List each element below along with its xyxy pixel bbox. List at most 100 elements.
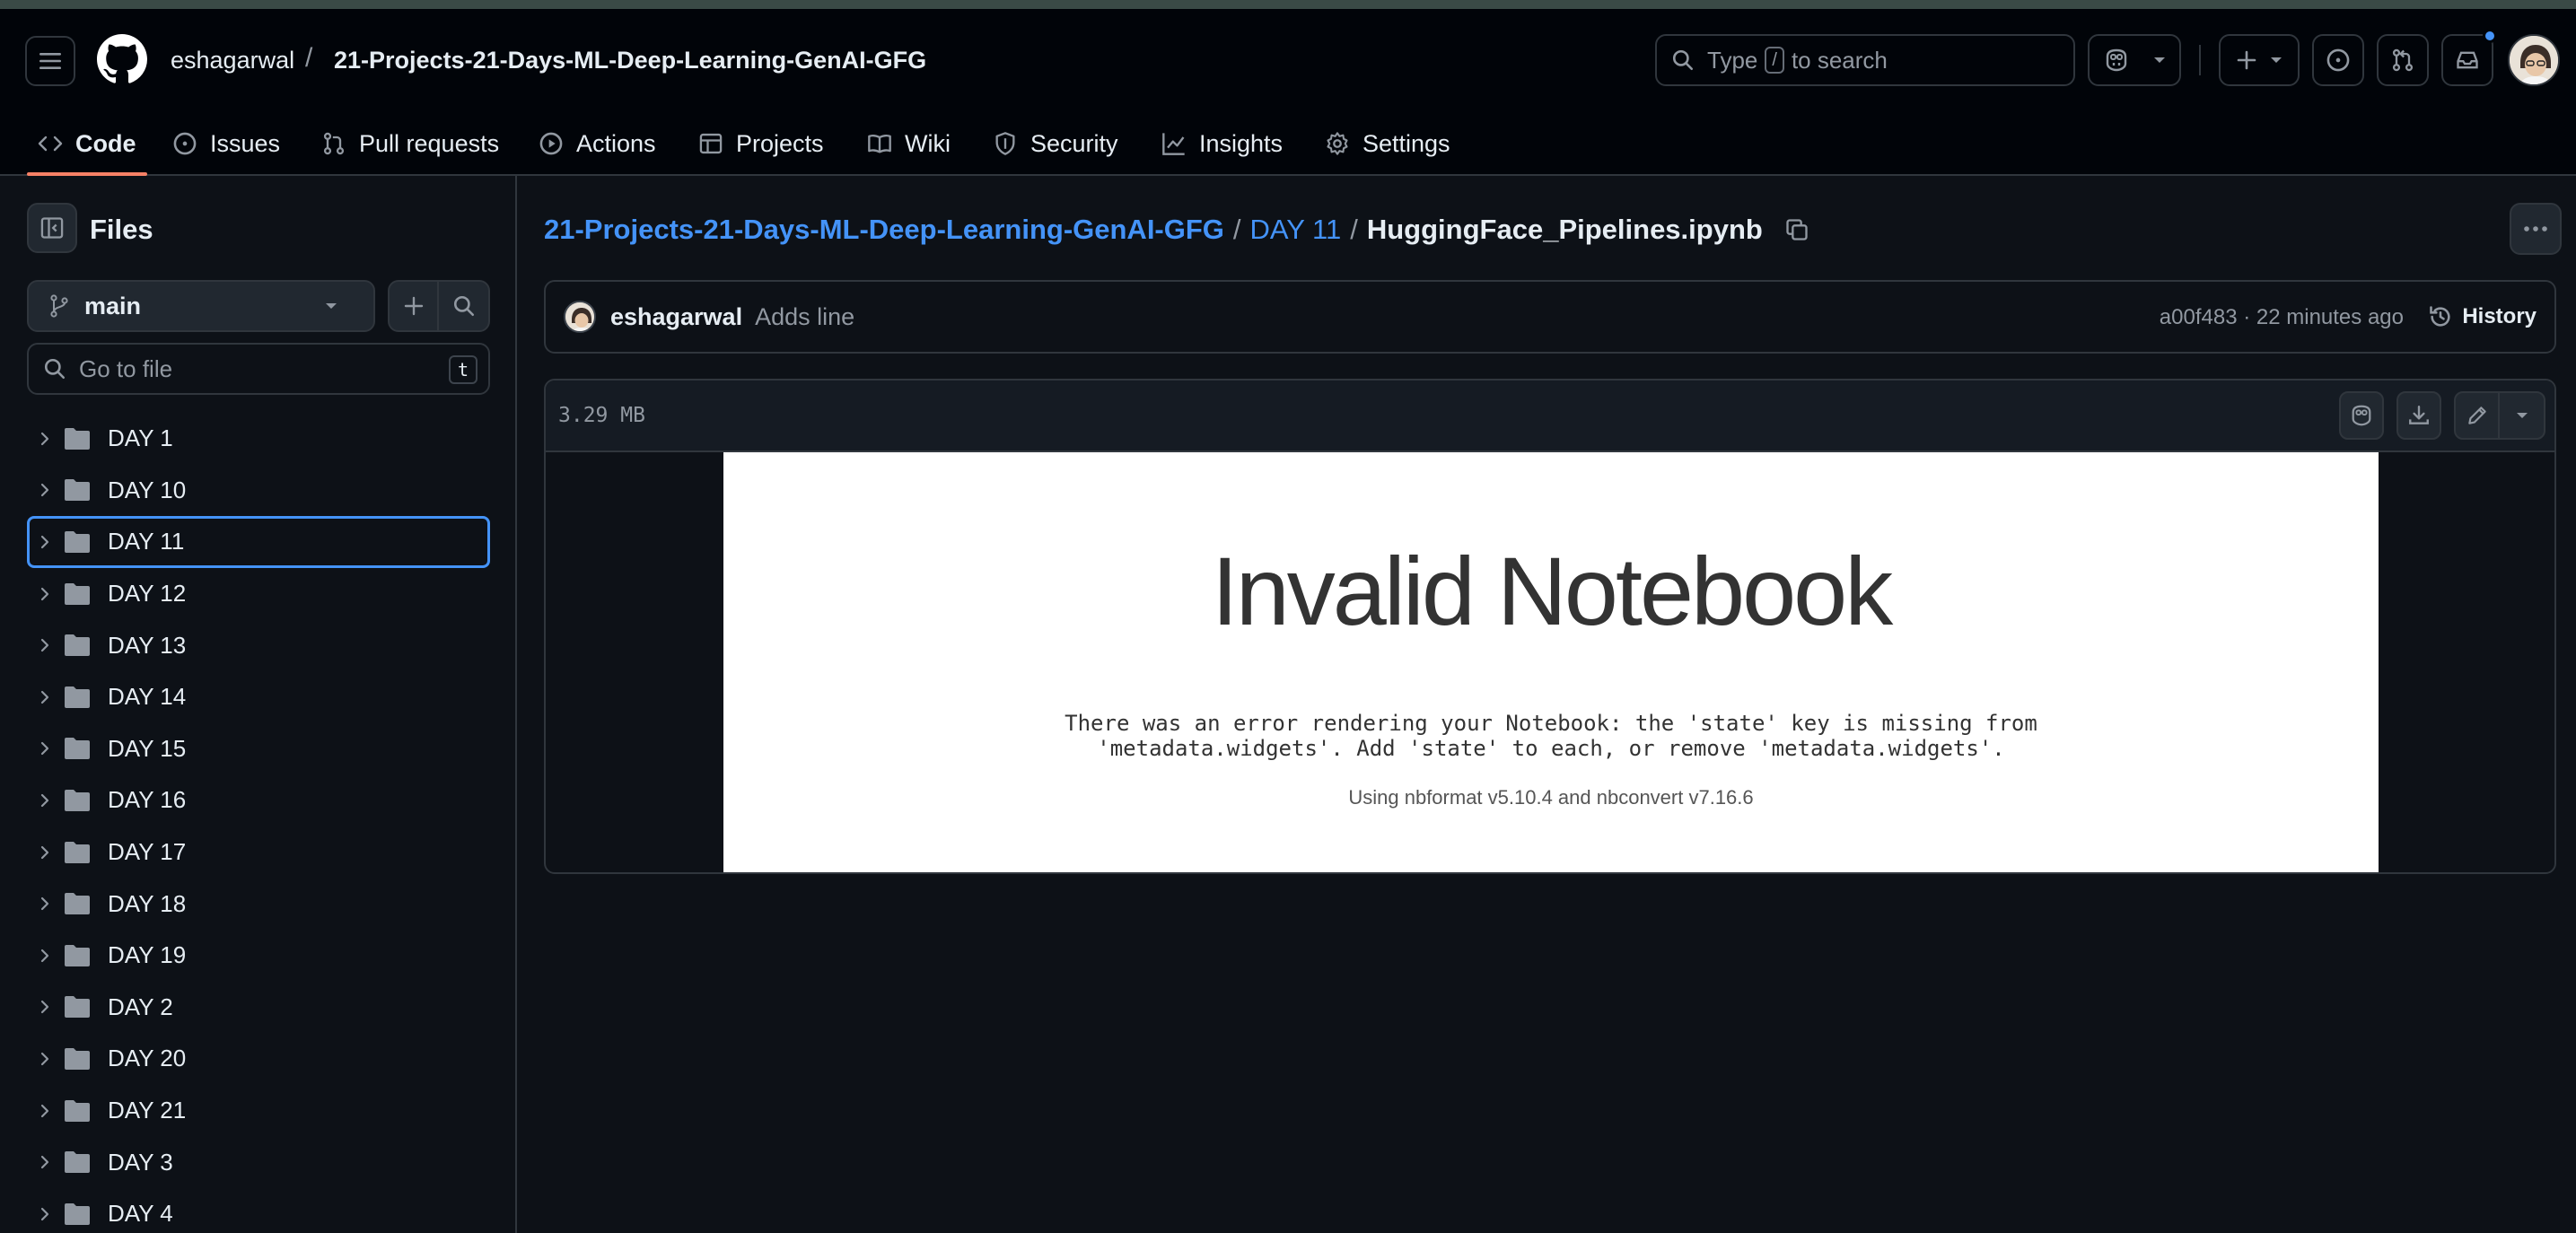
notification-dot <box>2483 29 2497 43</box>
breadcrumb-owner[interactable]: eshagarwal <box>171 47 294 74</box>
search-files-button[interactable] <box>439 282 488 330</box>
pull-request-icon <box>2392 48 2414 72</box>
commit-author[interactable]: eshagarwal <box>610 303 742 331</box>
tree-item-folder[interactable]: DAY 15 <box>27 723 490 775</box>
commit-message[interactable]: Adds line <box>755 303 854 331</box>
edit-file-button[interactable] <box>2456 393 2501 438</box>
chevron-right-icon[interactable] <box>27 1154 63 1170</box>
folder-icon <box>63 633 92 658</box>
tree-item-folder[interactable]: DAY 12 <box>27 568 490 620</box>
tab-actions[interactable]: Actions <box>539 111 656 176</box>
history-button[interactable]: History <box>2428 296 2537 337</box>
tab-pull-requests[interactable]: Pull requests <box>321 111 499 176</box>
play-icon <box>539 132 563 155</box>
download-button[interactable] <box>2396 391 2441 440</box>
chevron-right-icon <box>40 793 49 808</box>
copilot-button[interactable] <box>2088 34 2181 86</box>
user-avatar[interactable] <box>2508 34 2560 86</box>
breadcrumb-repo[interactable]: 21-Projects-21-Days-ML-Deep-Learning-Gen… <box>334 47 926 74</box>
search-icon <box>453 295 474 317</box>
folder-icon <box>63 891 92 916</box>
commit-author-avatar[interactable] <box>564 301 596 333</box>
avatar-image-icon <box>565 302 594 331</box>
tree-item-folder[interactable]: DAY 18 <box>27 878 490 930</box>
chevron-right-icon[interactable] <box>27 534 63 550</box>
chevron-right-icon[interactable] <box>27 896 63 912</box>
tree-item-label: DAY 1 <box>108 424 173 452</box>
menu-button[interactable] <box>25 36 75 86</box>
tree-item-folder[interactable]: DAY 1 <box>27 413 490 465</box>
chevron-right-icon[interactable] <box>27 792 63 809</box>
copilot-ask-button[interactable] <box>2339 391 2384 440</box>
search-placeholder-prefix: Type <box>1707 46 1758 74</box>
tree-item-folder[interactable]: DAY 17 <box>27 826 490 879</box>
tab-label: Settings <box>1362 129 1450 157</box>
branch-selector[interactable]: main <box>27 280 375 332</box>
chevron-right-icon[interactable] <box>27 1206 63 1222</box>
tree-item-folder[interactable]: DAY 16 <box>27 774 490 826</box>
tree-item-folder[interactable]: DAY 21 <box>27 1085 490 1137</box>
tree-item-folder[interactable]: DAY 13 <box>27 619 490 671</box>
go-to-file-placeholder: Go to file <box>79 354 173 382</box>
add-file-button[interactable] <box>390 282 440 330</box>
tab-projects[interactable]: Projects <box>698 111 824 176</box>
chevron-down-icon <box>2516 413 2528 418</box>
branch-icon <box>50 294 68 318</box>
chevron-right-icon[interactable] <box>27 999 63 1015</box>
tab-security[interactable]: Security <box>993 111 1118 176</box>
folder-icon <box>63 1046 92 1071</box>
chevron-right-icon[interactable] <box>27 586 63 602</box>
tab-label: Projects <box>736 129 824 157</box>
chevron-right-icon[interactable] <box>27 431 63 447</box>
tree-item-label: DAY 19 <box>108 941 187 969</box>
pull-requests-shortcut-button[interactable] <box>2377 34 2429 86</box>
tree-item-folder[interactable]: DAY 3 <box>27 1136 490 1188</box>
edit-options-dropdown[interactable] <box>2500 393 2544 438</box>
tree-item-folder[interactable]: DAY 10 <box>27 465 490 517</box>
tab-issues[interactable]: Issues <box>172 111 280 176</box>
commit-hash-and-time[interactable]: a00f483 · 22 minutes ago <box>2160 305 2404 330</box>
tree-item-folder[interactable]: DAY 20 <box>27 1033 490 1085</box>
chevron-right-icon[interactable] <box>27 689 63 705</box>
files-title: Files <box>90 214 153 245</box>
path-current-file: HuggingFace_Pipelines.ipynb <box>1366 214 1763 245</box>
plus-icon <box>404 296 423 316</box>
file-header: 3.29 MB <box>546 380 2554 452</box>
issues-shortcut-button[interactable] <box>2312 34 2364 86</box>
folder-icon <box>63 788 92 813</box>
chevron-right-icon[interactable] <box>27 740 63 756</box>
folder-icon <box>65 634 90 657</box>
chevron-right-icon <box>40 949 49 962</box>
chevron-right-icon[interactable] <box>27 948 63 964</box>
tree-item-folder[interactable]: DAY 4 <box>27 1188 490 1233</box>
tab-wiki[interactable]: Wiki <box>867 111 951 176</box>
chevron-right-icon[interactable] <box>27 637 63 653</box>
tab-label: Security <box>1030 129 1118 157</box>
tab-code[interactable]: Code <box>38 111 136 176</box>
notifications-button[interactable] <box>2441 29 2497 86</box>
tree-item-folder[interactable]: DAY 14 <box>27 671 490 723</box>
tree-item-folder[interactable]: DAY 19 <box>27 930 490 982</box>
tab-insights[interactable]: Insights <box>1161 111 1283 176</box>
tab-settings[interactable]: Settings <box>1325 111 1450 176</box>
chevron-right-icon[interactable] <box>27 482 63 498</box>
chevron-down-icon <box>326 303 337 309</box>
chevron-right-icon[interactable] <box>27 1051 63 1067</box>
chevron-right-icon[interactable] <box>27 1103 63 1119</box>
path-repo-link[interactable]: 21-Projects-21-Days-ML-Deep-Learning-Gen… <box>544 214 1224 246</box>
path-folder-link[interactable]: DAY 11 <box>1250 214 1342 246</box>
chevron-right-icon[interactable] <box>27 844 63 861</box>
tree-item-folder[interactable]: DAY 11 <box>27 516 490 568</box>
copy-path-button[interactable] <box>1784 217 1809 242</box>
edit-file-button-group <box>2454 391 2545 440</box>
search-input[interactable]: Type / to search <box>1655 34 2075 86</box>
create-new-button[interactable] <box>2219 34 2300 86</box>
github-logo[interactable] <box>97 34 147 84</box>
breadcrumb-separator: / <box>305 43 313 73</box>
tree-item-folder[interactable]: DAY 2 <box>27 982 490 1034</box>
go-to-file-input[interactable]: Go to file t <box>27 343 490 395</box>
search-icon <box>44 358 66 380</box>
collapse-sidebar-button[interactable] <box>27 203 77 253</box>
issue-icon <box>2326 48 2350 72</box>
more-options-button[interactable] <box>2510 203 2562 255</box>
